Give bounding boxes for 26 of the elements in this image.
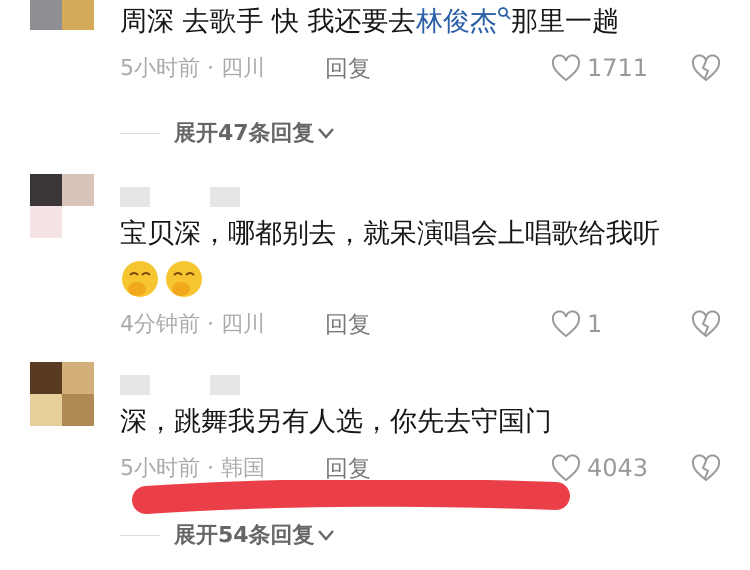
emoji-icon: [120, 258, 160, 299]
chevron-down-icon: [316, 529, 335, 541]
search-link[interactable]: 林俊杰: [416, 6, 511, 37]
comment-text: 周深 去歌手 快 我还要去林俊杰 那里一趟: [120, 5, 620, 39]
expand-replies-button[interactable]: 展开54条回复: [174, 520, 335, 550]
comment-meta: 5小时前 · 韩国: [120, 455, 266, 483]
broken-heart-icon[interactable]: [691, 454, 721, 482]
comment-text: 深，跳舞我另有人选，你先去守国门: [120, 405, 553, 439]
heart-icon[interactable]: [551, 454, 581, 482]
comment-text: 宝贝深，哪都别去，就呆演唱会上唱歌给我听: [120, 212, 680, 300]
reply-button[interactable]: 回复: [325, 452, 551, 484]
heart-icon[interactable]: [551, 54, 581, 82]
heart-icon[interactable]: [551, 310, 581, 338]
expand-replies-button[interactable]: 展开47条回复: [174, 118, 335, 148]
like-count: 4043: [587, 454, 650, 482]
comment-meta: 5小时前 · 四川: [120, 55, 266, 83]
reply-button[interactable]: 回复: [325, 52, 551, 84]
chevron-down-icon: [316, 127, 335, 139]
comment-meta: 4分钟前 · 四川: [120, 311, 266, 339]
search-icon: [496, 6, 511, 20]
reply-button[interactable]: 回复: [325, 308, 551, 340]
broken-heart-icon[interactable]: [691, 54, 721, 82]
emoji-icon: [164, 258, 204, 299]
broken-heart-icon[interactable]: [691, 310, 721, 338]
like-count: 1: [587, 310, 604, 338]
like-count: 1711: [587, 54, 650, 82]
